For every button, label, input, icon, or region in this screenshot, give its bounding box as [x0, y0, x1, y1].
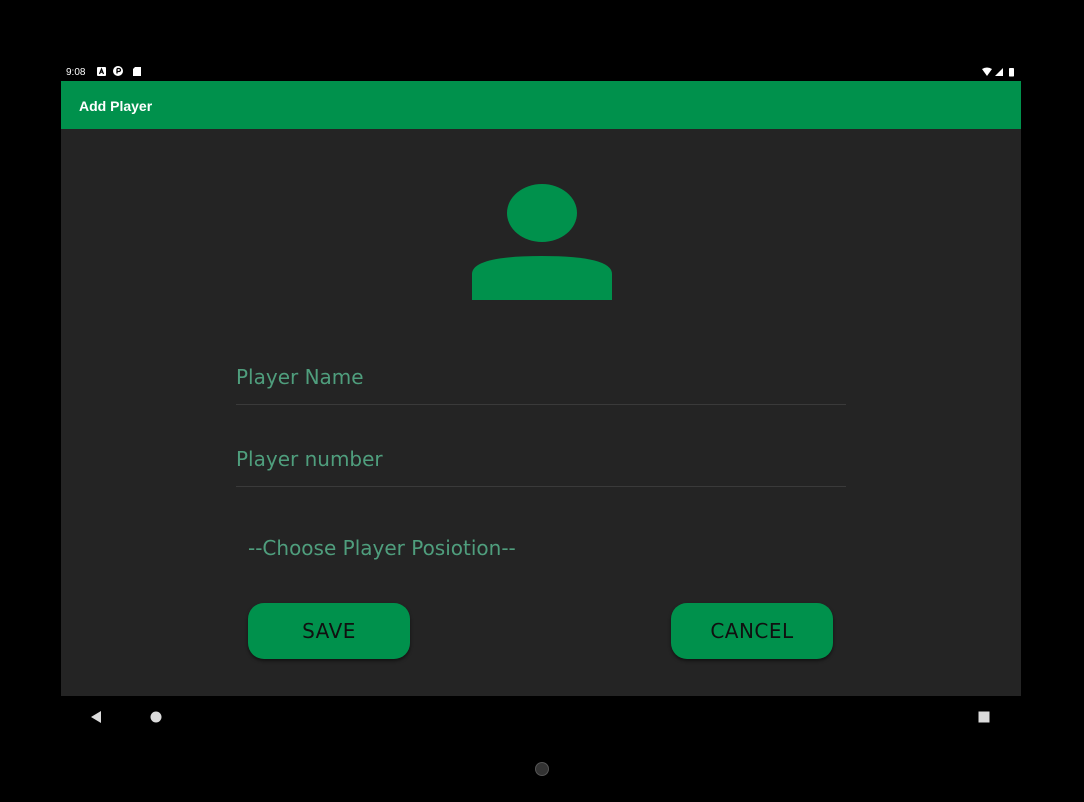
person-icon: [472, 184, 612, 300]
position-spinner[interactable]: --Choose Player Posiotion--: [236, 528, 846, 568]
tablet-device-frame: 9:08 Add Player Player Name Player numbe…: [0, 0, 1084, 802]
screen: 9:08 Add Player Player Name Player numbe…: [61, 63, 1021, 738]
front-camera: [535, 762, 549, 776]
navigation-bar: [61, 696, 1021, 738]
sd-card-icon: [133, 67, 141, 76]
battery-icon: [1009, 68, 1014, 77]
status-time: 9:08: [66, 67, 86, 78]
notification-p-icon: [113, 66, 123, 76]
player-number-input[interactable]: [236, 437, 846, 486]
player-number-field[interactable]: [236, 437, 846, 487]
status-bar: 9:08: [61, 63, 1021, 81]
notification-a-icon: [97, 67, 106, 76]
home-icon[interactable]: [148, 709, 164, 725]
position-spinner-text: --Choose Player Posiotion--: [248, 536, 516, 560]
wifi-icon: [982, 67, 992, 76]
player-name-field[interactable]: [236, 355, 846, 405]
cancel-button[interactable]: CANCEL: [671, 603, 833, 659]
recents-icon[interactable]: [976, 709, 992, 725]
signal-icon: [995, 68, 1003, 76]
app-bar-title: Add Player: [79, 98, 153, 114]
app-bar: Add Player: [61, 81, 1021, 129]
player-name-input[interactable]: [236, 355, 846, 404]
system-status-icons: [982, 67, 1014, 77]
save-button[interactable]: SAVE: [248, 603, 410, 659]
back-icon[interactable]: [88, 709, 104, 725]
